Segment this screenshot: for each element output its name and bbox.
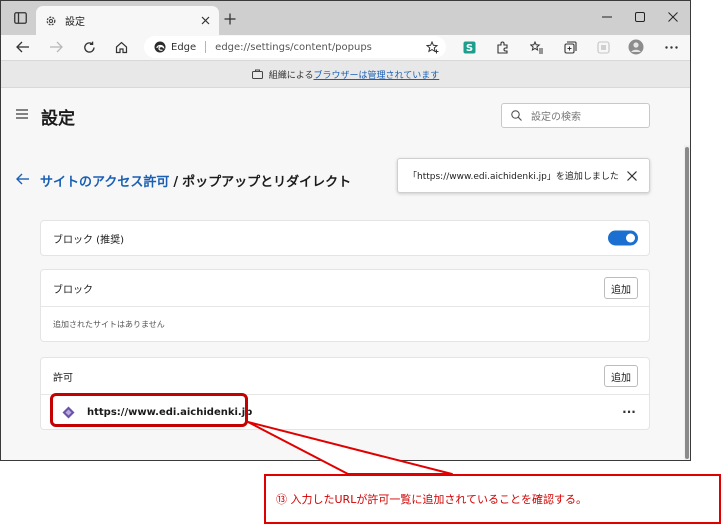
block-card: ブロック 追加 追加されたサイトはありません: [40, 269, 650, 342]
refresh-button[interactable]: [76, 36, 102, 58]
allow-add-button[interactable]: 追加: [604, 365, 638, 387]
block-recommended-label: ブロック (推奨): [53, 234, 124, 246]
address-divider: [205, 41, 207, 53]
arrow-left-icon: [16, 41, 29, 53]
more-icon: [664, 45, 678, 49]
tab-title: 設定: [65, 17, 85, 28]
collections-icon: [563, 40, 577, 54]
collections-button[interactable]: [557, 36, 583, 58]
favorites-icon: [530, 40, 543, 53]
plus-icon: [224, 13, 236, 25]
block-recommended-toggle[interactable]: [608, 230, 638, 246]
minimize-icon: [602, 16, 612, 18]
arrow-left-icon: [16, 173, 29, 185]
tab-actions-button[interactable]: [9, 8, 31, 28]
toast-close-button[interactable]: [621, 165, 643, 187]
close-window-button[interactable]: [657, 6, 689, 28]
address-bar[interactable]: Edge edge://settings/content/popups: [144, 36, 446, 58]
close-icon: [627, 170, 637, 181]
banner-prefix: 組織による: [268, 70, 314, 81]
annotation-callout: ⑬ 入力したURLが許可一覧に追加されていることを確認する。: [264, 474, 721, 524]
breadcrumb-current: ポップアップとリダイレクト: [182, 175, 352, 190]
tab-strip: 設定: [1, 1, 690, 35]
block-header-row: ブロック 追加: [41, 270, 649, 306]
added-toast: 「https://www.edi.aichidenki.jp」を追加しました: [397, 158, 650, 193]
minimize-button[interactable]: [591, 6, 623, 28]
breadcrumb: サイトのアクセス許可 / ポップアップとリダイレクト: [40, 171, 351, 190]
arrow-right-icon: [50, 41, 63, 53]
tab-actions-icon: [13, 12, 27, 24]
settings-search-input[interactable]: 設定の検索: [501, 103, 650, 128]
svg-text:S: S: [465, 43, 472, 54]
maximize-button[interactable]: [624, 6, 656, 28]
tab-close-button[interactable]: [195, 11, 215, 31]
toggle-knob: [626, 233, 635, 243]
extension-disabled-button[interactable]: [590, 36, 616, 58]
managed-link[interactable]: ブラウザーは管理されています: [314, 68, 440, 81]
extension-s-button[interactable]: S: [456, 36, 482, 58]
search-placeholder: 設定の検索: [531, 112, 581, 123]
briefcase-icon: [251, 69, 263, 79]
block-add-button[interactable]: 追加: [604, 277, 638, 299]
extension-s-icon: S: [463, 41, 475, 54]
new-tab-button[interactable]: [220, 9, 240, 29]
extensions-button[interactable]: [489, 36, 515, 58]
refresh-icon: [83, 41, 95, 53]
home-button[interactable]: [108, 36, 134, 58]
toast-message: 「https://www.edi.aichidenki.jp」を追加しました: [408, 172, 619, 182]
scrollbar-thumb[interactable]: [685, 147, 689, 459]
block-empty-row: 追加されたサイトはありません: [41, 306, 649, 341]
back-to-permissions-button[interactable]: [13, 169, 33, 189]
block-recommended-row: ブロック (推奨): [41, 221, 649, 255]
address-brand: Edge: [171, 41, 197, 53]
toolbar: Edge edge://settings/content/popups S: [1, 35, 690, 60]
site-more-button[interactable]: ···: [621, 404, 637, 420]
breadcrumb-separator: /: [173, 175, 179, 190]
gear-icon: [46, 16, 56, 25]
address-url[interactable]: edge://settings/content/popups: [215, 42, 422, 53]
managed-banner: 組織による ブラウザーは管理されています: [1, 60, 690, 88]
close-icon: [201, 16, 209, 25]
browser-window: 設定 Edge edge://settings/content/popups S…: [0, 0, 691, 461]
back-button[interactable]: [10, 36, 36, 58]
page-title: 設定: [41, 109, 75, 129]
block-label: ブロック: [53, 284, 93, 296]
breadcrumb-parent-link[interactable]: サイトのアクセス許可: [40, 175, 169, 190]
maximize-icon: [635, 12, 645, 22]
search-icon: [511, 110, 522, 121]
close-icon: [668, 12, 678, 22]
tab-settings[interactable]: 設定: [36, 6, 219, 35]
allow-label: 許可: [53, 372, 73, 384]
settings-more-button[interactable]: [658, 36, 684, 58]
allow-header-row: 許可 追加: [41, 358, 649, 394]
extension-icon: [596, 40, 610, 54]
add-favorite-button[interactable]: [422, 37, 442, 57]
forward-button[interactable]: [43, 36, 69, 58]
settings-header: 設定 設定の検索: [1, 89, 690, 143]
profile-button[interactable]: [623, 36, 649, 58]
avatar-icon: [628, 39, 644, 55]
menu-icon[interactable]: [15, 107, 31, 121]
block-recommended-card: ブロック (推奨): [40, 220, 650, 256]
edge-logo-icon: [154, 41, 166, 53]
favorites-button[interactable]: [524, 36, 550, 58]
block-empty-text: 追加されたサイトはありません: [53, 319, 165, 329]
puzzle-icon: [496, 41, 508, 54]
star-plus-icon: [425, 40, 438, 53]
annotation-text: ⑬ 入力したURLが許可一覧に追加されていることを確認する。: [276, 493, 587, 506]
annotation-highlight-box: [50, 393, 248, 427]
home-icon: [115, 41, 127, 53]
